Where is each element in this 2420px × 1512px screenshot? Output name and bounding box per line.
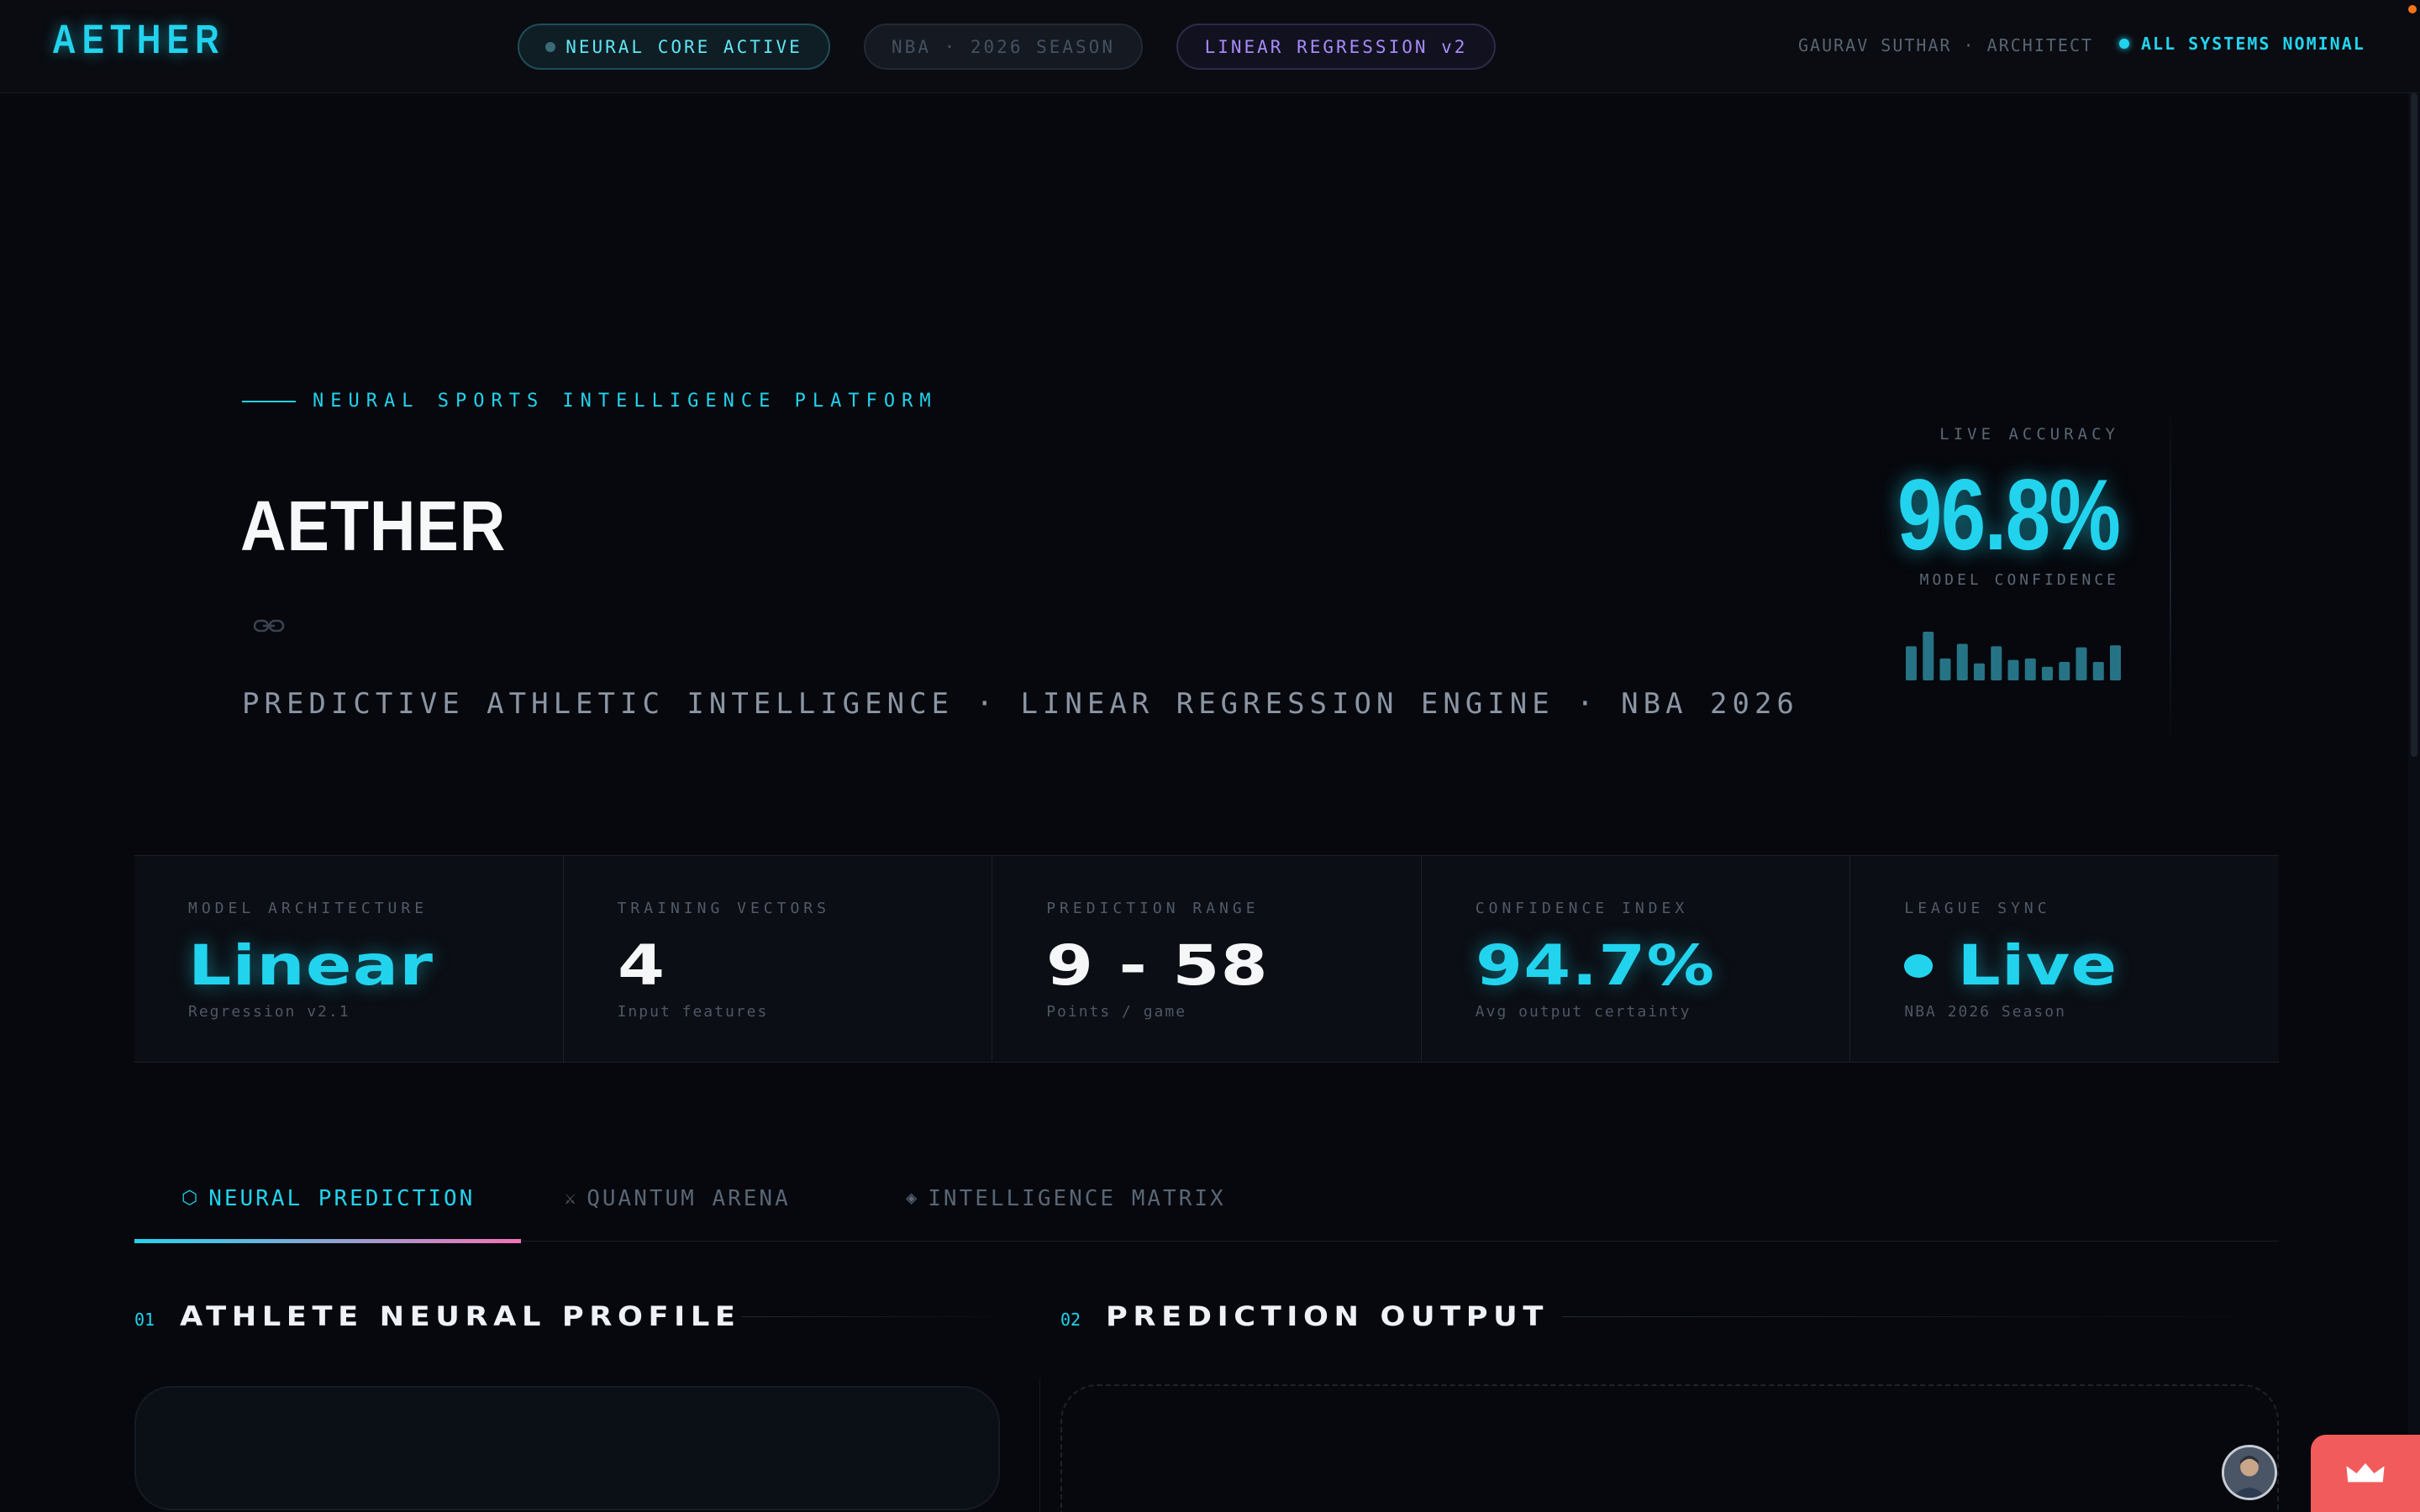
top-bar: AETHER NEURAL CORE ACTIVE NBA · 2026 SEA… [0, 0, 2420, 93]
sparkbar [2110, 645, 2121, 680]
stat-value-text: 4 [617, 933, 666, 998]
live-accuracy-value: 96.8% [1897, 459, 2121, 571]
sparkbar [2007, 659, 2019, 680]
stat-sub: Points / game [1046, 1003, 1187, 1021]
sparkbar [2059, 662, 2070, 680]
sparkbar [1991, 646, 2002, 680]
sparkbar [2042, 666, 2053, 680]
tab-label: INTELLIGENCE MATRIX [928, 1186, 1226, 1211]
status-dot-icon [2119, 39, 2129, 49]
crossed-swords-icon: ⚔ [565, 1188, 579, 1209]
prediction-output-header: 02 PREDICTION OUTPUT [1060, 1300, 2302, 1332]
stat-sub: Input features [617, 1003, 769, 1021]
tab-bar: ⬡ NEURAL PREDICTION ⚔ QUANTUM ARENA ◈ IN… [134, 1168, 2279, 1243]
neural-core-status-pill: NEURAL CORE ACTIVE [518, 24, 830, 70]
hero-subtitle: PREDICTIVE ATHLETIC INTELLIGENCE · LINEA… [242, 687, 1799, 721]
diamond-icon: ◈ [906, 1188, 920, 1209]
neural-core-label: NEURAL CORE ACTIVE [566, 36, 802, 57]
stat-value-text: 94.7% [1475, 933, 1716, 998]
sparkbar [1974, 663, 1985, 680]
stat-card: MODEL ARCHITECTURE Linear Regression v2.1 [134, 856, 564, 1062]
tab-label: NEURAL PREDICTION [208, 1186, 476, 1211]
stat-card: TRAINING VECTORS 4 Input features [564, 856, 993, 1062]
stat-label: TRAINING VECTORS [617, 900, 830, 917]
stat-sub: Avg output certainty [1475, 1003, 1691, 1021]
live-accuracy-label: LIVE ACCURACY [1939, 425, 2119, 444]
athlete-profile-panel [134, 1386, 1000, 1510]
sparkbar-chart [1906, 632, 2121, 680]
column-divider [1039, 1378, 1040, 1512]
system-status: ALL SYSTEMS NOMINAL [2119, 34, 2365, 54]
card-divider [2170, 403, 2171, 748]
notification-dot-icon [2408, 5, 2417, 13]
stat-card: LEAGUE SYNC Live NBA 2026 Season [1850, 856, 2279, 1062]
model-version-label: LINEAR REGRESSION v2 [1204, 36, 1468, 57]
crown-icon [2346, 1462, 2385, 1483]
sparkbar [2092, 662, 2104, 680]
page-scrollbar[interactable] [2408, 93, 2420, 1512]
stat-card: CONFIDENCE INDEX 94.7% Avg output certaint… [1422, 856, 1851, 1062]
section-rule [741, 1315, 1019, 1317]
stat-label: LEAGUE SYNC [1904, 900, 2051, 917]
live-dot-icon [1904, 953, 1933, 978]
sparkbar [1956, 643, 1968, 680]
stat-card: PREDICTION RANGE 9 - 58 Points / game [992, 856, 1422, 1062]
tab-label: QUANTUM ARENA [587, 1186, 791, 1211]
crown-button[interactable] [2311, 1435, 2420, 1512]
section-title: PREDICTION OUTPUT [1106, 1300, 1549, 1332]
link-icon[interactable] [252, 613, 286, 638]
section-rule [1562, 1315, 2302, 1317]
athlete-profile-header: 01 ATHLETE NEURAL PROFILE [134, 1300, 1019, 1332]
eyebrow-label: NEURAL SPORTS INTELLIGENCE PLATFORM [313, 391, 938, 412]
status-dot-icon [545, 41, 556, 52]
stat-label: PREDICTION RANGE [1046, 900, 1260, 917]
tab-neural-prediction[interactable]: ⬡ NEURAL PREDICTION [134, 1186, 521, 1243]
section-title: ATHLETE NEURAL PROFILE [180, 1300, 741, 1332]
sparkbar [1939, 658, 1951, 680]
stat-label: MODEL ARCHITECTURE [188, 900, 429, 917]
live-accuracy-card: LIVE ACCURACY 96.8% MODEL CONFIDENCE [1865, 403, 2171, 748]
section-number: 01 [134, 1310, 155, 1330]
sparkbar [2075, 647, 2087, 680]
season-pill: NBA · 2026 SEASON [864, 24, 1143, 70]
stat-value-text: Live [1957, 933, 2118, 998]
stat-value-text: 9 - 58 [1046, 933, 1270, 998]
architect-credit: GAURAV SUTHAR · ARCHITECT [1798, 35, 2094, 55]
sparkbar [1923, 632, 1934, 680]
stat-value: Live [1904, 934, 2361, 998]
brand-logo[interactable]: AETHER [52, 17, 225, 63]
user-avatar-icon [2224, 1447, 2275, 1498]
scrollbar-thumb[interactable] [2411, 93, 2417, 757]
stat-sub: Regression v2.1 [188, 1003, 350, 1021]
tab-intelligence-matrix[interactable]: ◈ INTELLIGENCE MATRIX [906, 1186, 1226, 1242]
sparkbar [1906, 646, 1917, 680]
model-version-pill: LINEAR REGRESSION v2 [1176, 24, 1496, 70]
hero-eyebrow: NEURAL SPORTS INTELLIGENCE PLATFORM [242, 391, 938, 412]
stat-sub: NBA 2026 Season [1904, 1003, 2066, 1021]
season-label: NBA · 2026 SEASON [892, 36, 1115, 57]
tab-quantum-arena[interactable]: ⚔ QUANTUM ARENA [565, 1186, 791, 1242]
model-confidence-label: MODEL CONFIDENCE [1919, 571, 2119, 589]
eyebrow-line [242, 400, 296, 402]
hero-title: AETHER [240, 486, 507, 565]
sparkbar [2024, 658, 2036, 680]
section-number: 02 [1060, 1310, 1081, 1330]
prediction-output-panel [1060, 1384, 2279, 1512]
stat-label: CONFIDENCE INDEX [1475, 900, 1689, 917]
hexagon-icon: ⬡ [182, 1188, 201, 1209]
system-status-label: ALL SYSTEMS NOMINAL [2141, 34, 2365, 54]
stats-strip: MODEL ARCHITECTURE Linear Regression v2.1 T… [134, 855, 2279, 1063]
active-tab-indicator [134, 1239, 521, 1243]
stat-value-text: Linear [188, 933, 434, 998]
avatar[interactable] [2222, 1445, 2277, 1500]
accuracy-sparkbars [1906, 628, 2121, 680]
